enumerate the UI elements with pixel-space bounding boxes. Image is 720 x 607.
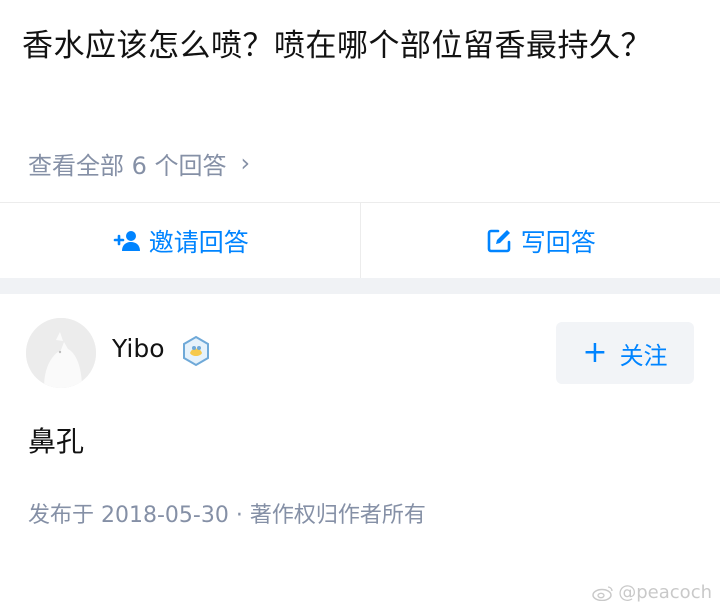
weibo-logo-icon (592, 585, 613, 601)
watermark-text: @peacoch (618, 582, 712, 603)
view-all-label: 查看全部 6 个回答 (28, 151, 227, 180)
invite-answer-label: 邀请回答 (148, 227, 249, 257)
answer-card: Yibo + 关注 鼻孔 发布于 2018-05-30 · 著作权归作者所有 (0, 294, 720, 607)
watermark: @peacoch (592, 582, 712, 603)
write-answer-button[interactable]: 写回答 (359, 203, 720, 278)
follow-label: 关注 (619, 341, 668, 370)
verified-badge-icon (183, 335, 209, 367)
answer-meta: 发布于 2018-05-30 · 著作权归作者所有 (28, 503, 426, 528)
question-action-bar: 邀请回答 写回答 (0, 202, 720, 278)
view-all-answers-link[interactable]: 查看全部 6 个回答 › (28, 145, 250, 181)
avatar-cat-icon (26, 318, 96, 388)
invite-answer-button[interactable]: 邀请回答 (0, 203, 360, 278)
avatar[interactable] (26, 318, 96, 388)
section-divider (0, 278, 720, 294)
edit-icon (487, 229, 511, 252)
follow-button[interactable]: + 关注 (556, 322, 694, 384)
question-header: 香水应该怎么喷？喷在哪个部位留香最持久？ (22, 20, 682, 72)
author-name[interactable]: Yibo (112, 334, 165, 363)
add-user-icon (113, 230, 140, 251)
write-answer-label: 写回答 (520, 227, 596, 257)
answer-content[interactable]: 鼻孔 (28, 420, 84, 460)
chevron-right-icon: › (240, 149, 251, 177)
plus-icon: + (582, 335, 608, 370)
question-title[interactable]: 香水应该怎么喷？喷在哪个部位留香最持久？ (22, 20, 682, 72)
